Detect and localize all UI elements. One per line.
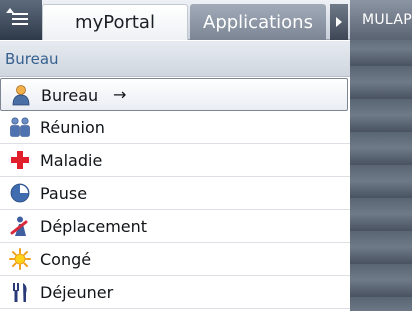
tab-myportal[interactable]: myPortal — [42, 4, 188, 40]
list-item-conge[interactable]: Congé — [0, 243, 350, 276]
list-item-label: Congé — [40, 250, 92, 269]
list-item-dejeuner[interactable]: Déjeuner — [0, 276, 350, 309]
list-item-label: Maladie — [40, 151, 103, 170]
list-item-label: Déplacement — [40, 217, 148, 236]
red-cross-icon — [11, 151, 29, 169]
list-item-pause[interactable]: Pause — [0, 177, 350, 210]
portal-screen: myPortal Applications MULAP Bureau Burea… — [0, 0, 412, 311]
meeting-people-icon — [10, 117, 30, 137]
list-item-label: Réunion — [40, 118, 105, 137]
list-item-deplacement[interactable]: Déplacement — [0, 210, 350, 243]
tab-applications[interactable]: Applications — [190, 4, 326, 40]
list-item-label: Pause — [40, 184, 88, 203]
section-title: Bureau — [5, 50, 59, 68]
side-panel-title: MULAP — [362, 12, 412, 28]
list-item-bureau[interactable]: Bureau → — [0, 78, 348, 111]
clock-icon — [10, 183, 30, 203]
list-item-maladie[interactable]: Maladie — [0, 144, 350, 177]
section-header: Bureau — [0, 41, 350, 77]
tab-myportal-label: myPortal — [75, 12, 155, 33]
cutlery-icon — [13, 283, 27, 302]
status-list: Bureau → Réunion Maladie Pause Déplaceme… — [0, 78, 350, 309]
menu-button[interactable] — [0, 0, 42, 40]
sun-icon — [9, 248, 31, 270]
list-item-label: Bureau — [41, 86, 99, 105]
person-icon — [12, 85, 30, 106]
list-item-reunion[interactable]: Réunion — [0, 111, 350, 144]
list-item-label: Déjeuner — [40, 283, 114, 302]
arrow-right-icon: → — [113, 85, 127, 104]
travel-icon — [10, 216, 28, 236]
scroll-tabs-button[interactable] — [330, 4, 348, 40]
side-panel[interactable]: MULAP — [350, 0, 412, 311]
play-arrow-icon — [336, 17, 342, 27]
menu-lines-icon — [12, 13, 28, 26]
tab-applications-label: Applications — [203, 11, 313, 33]
